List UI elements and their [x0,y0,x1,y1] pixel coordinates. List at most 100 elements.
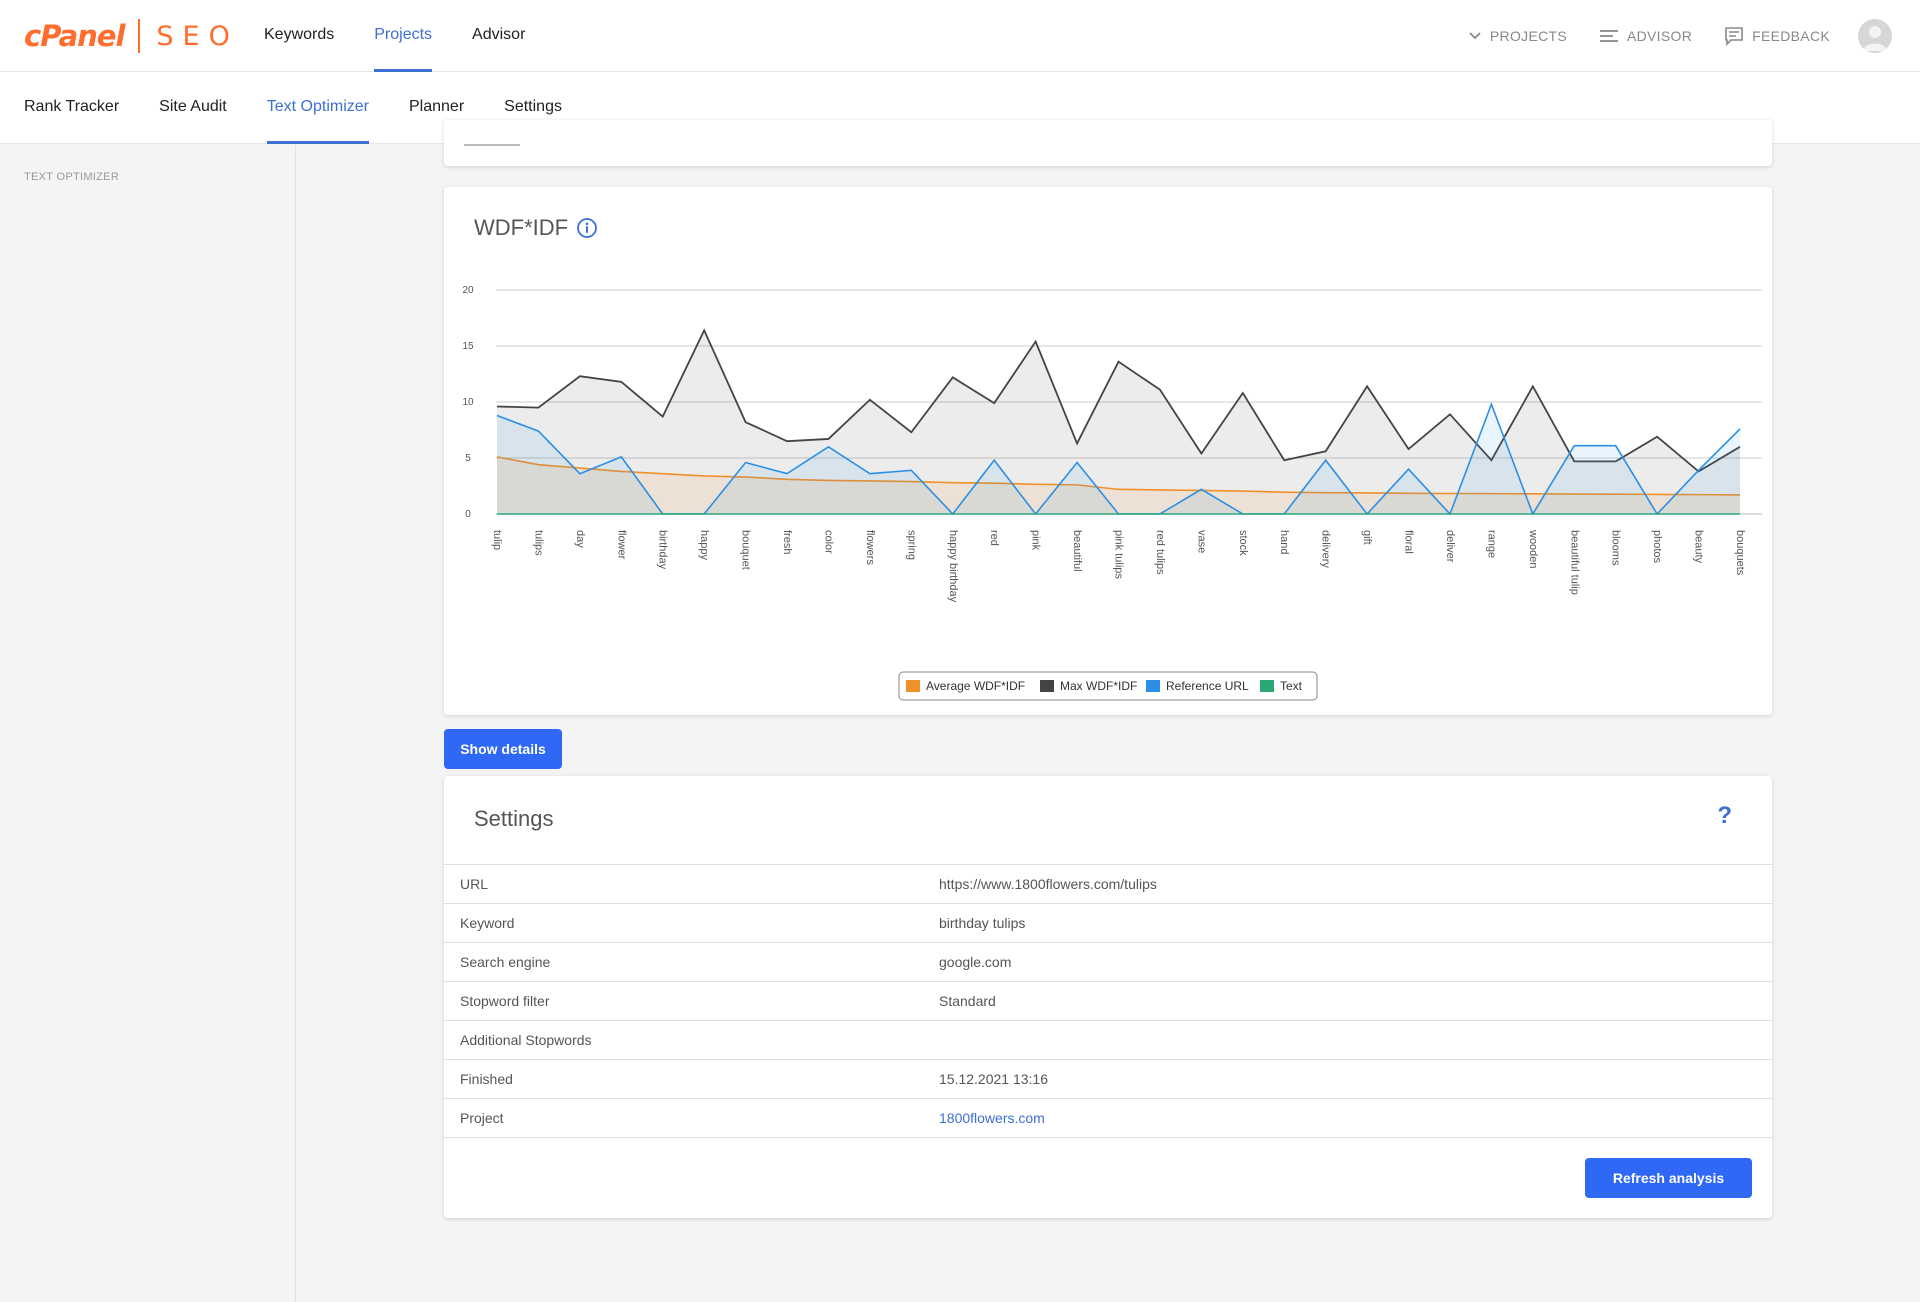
x-tick-label: delivery [1320,530,1332,568]
logo-divider [138,19,141,53]
table-row: URL https://www.1800flowers.com/tulips [444,864,1772,904]
x-tick-label: pink tulips [1113,530,1125,579]
chevron-down-icon [1469,32,1481,40]
nav-advisor[interactable]: Advisor [452,0,545,72]
nav-projects[interactable]: Projects [354,0,452,72]
legend-label: Text [1280,679,1303,693]
x-tick-label: happy birthday [947,530,959,603]
x-tick-label: day [574,530,586,548]
table-row: Project 1800flowers.com [444,1098,1772,1138]
x-tick-label: birthday [657,530,669,570]
table-row: Search engine google.com [444,942,1772,982]
setting-value: 15.12.2021 13:16 [939,1071,1048,1087]
setting-value: Standard [939,993,996,1009]
x-tick-label: spring [905,530,917,560]
setting-key: Finished [460,1071,513,1087]
info-icon[interactable] [576,217,598,239]
x-tick-label: bouquets [1734,530,1746,576]
legend-swatch [1260,680,1274,692]
y-tick-label: 10 [462,397,474,408]
wdf-idf-title-wrap: WDF*IDF [474,215,598,241]
sidebar-title: TEXT OPTIMIZER [24,171,120,183]
x-tick-label: happy [698,530,710,560]
x-tick-label: beauty [1693,530,1705,564]
x-tick-label: beautiful [1071,530,1083,572]
settings-table: URL https://www.1800flowers.com/tulips K… [444,864,1772,1138]
list-icon [1600,30,1618,42]
setting-key: Stopword filter [460,993,550,1009]
x-tick-label: blooms [1610,530,1622,566]
setting-value: https://www.1800flowers.com/tulips [939,876,1157,892]
legend-swatch [906,680,920,692]
refresh-analysis-button[interactable]: Refresh analysis [1585,1158,1752,1198]
x-tick-label: stock [1237,530,1249,556]
previous-card [444,120,1772,166]
nav-keywords[interactable]: Keywords [244,0,354,72]
table-row: Additional Stopwords [444,1020,1772,1060]
x-tick-label: red [988,530,1000,546]
wdf-idf-card: 0 5 10 15 20 tulip tulips day flower birthday happ… [444,187,1772,715]
x-tick-label: photos [1651,530,1663,564]
projects-dropdown[interactable]: PROJECTS [1468,28,1567,44]
brand-name: cPanel [24,19,125,53]
user-avatar[interactable] [1858,19,1892,53]
x-tick-label: flowers [864,530,876,565]
feedback-icon [1725,27,1743,46]
setting-value [939,1021,1772,1060]
x-tick-label: red tulips [1154,530,1166,575]
feedback-button-label: FEEDBACK [1752,28,1830,44]
tab-rank-tracker[interactable]: Rank Tracker [4,72,139,144]
projects-dropdown-label: PROJECTS [1489,28,1567,44]
legend-label: Average WDF*IDF [926,679,1025,693]
legend-swatch [1040,680,1054,692]
previous-card-stub [464,144,520,146]
table-row: Stopword filter Standard [444,981,1772,1021]
top-header: cPanel SEO Keywords Projects Advisor PRO… [0,0,1920,72]
x-tick-label: beautiful tulip [1568,530,1580,595]
cpanel-seo-logo[interactable]: cPanel SEO [24,18,239,54]
y-tick-label: 15 [462,341,474,352]
legend-label: Max WDF*IDF [1060,679,1137,693]
setting-key: URL [460,876,489,892]
setting-value: birthday tulips [939,915,1026,931]
show-details-button[interactable]: Show details [444,729,562,769]
setting-value-cell: 1800flowers.com [939,1099,1772,1138]
wdf-idf-title: WDF*IDF [474,215,569,240]
advisor-button-label: ADVISOR [1627,28,1693,44]
setting-key: Project [460,1110,504,1126]
x-tick-label: deliver [1444,530,1456,563]
y-tick-label: 0 [465,509,471,520]
help-icon[interactable]: ? [1717,802,1732,830]
x-tick-label: fresh [781,530,793,554]
top-right-actions: PROJECTS ADVISOR FEEDBACK [1436,0,1892,72]
x-tick-label: vase [1195,530,1207,553]
setting-key: Search engine [460,954,551,970]
y-tick-label: 5 [465,453,471,464]
x-tick-label: tulip [491,530,503,550]
x-tick-label: range [1485,530,1497,558]
legend-swatch [1146,680,1160,692]
x-tick-label: color [822,530,834,554]
settings-card: Settings ? URL https://www.1800flowers.c… [444,776,1772,1218]
main-nav: Keywords Projects Advisor [244,0,545,72]
x-tick-label: flower [615,530,627,560]
advisor-button[interactable]: ADVISOR [1599,28,1692,44]
project-link[interactable]: 1800flowers.com [939,1110,1045,1126]
legend-label: Reference URL [1166,679,1249,693]
feedback-button[interactable]: FEEDBACK [1724,26,1830,46]
setting-key: Additional Stopwords [460,1032,592,1048]
x-tick-label: floral [1403,530,1415,554]
sidebar: TEXT OPTIMIZER [0,145,296,1302]
setting-key: Keyword [460,915,515,931]
tab-text-optimizer[interactable]: Text Optimizer [247,72,389,144]
user-icon [1863,26,1887,51]
table-row: Finished 15.12.2021 13:16 [444,1059,1772,1099]
x-tick-label: tulips [532,530,544,556]
tab-site-audit[interactable]: Site Audit [139,72,247,144]
x-tick-label: gift [1361,530,1373,545]
wdf-idf-chart: 0 5 10 15 20 tulip tulips day flower birthday happ… [462,285,1762,701]
x-tick-label: bouquet [740,530,752,570]
x-tick-label: pink [1030,530,1042,551]
product-name: SEO [156,20,239,52]
setting-value: google.com [939,954,1012,970]
